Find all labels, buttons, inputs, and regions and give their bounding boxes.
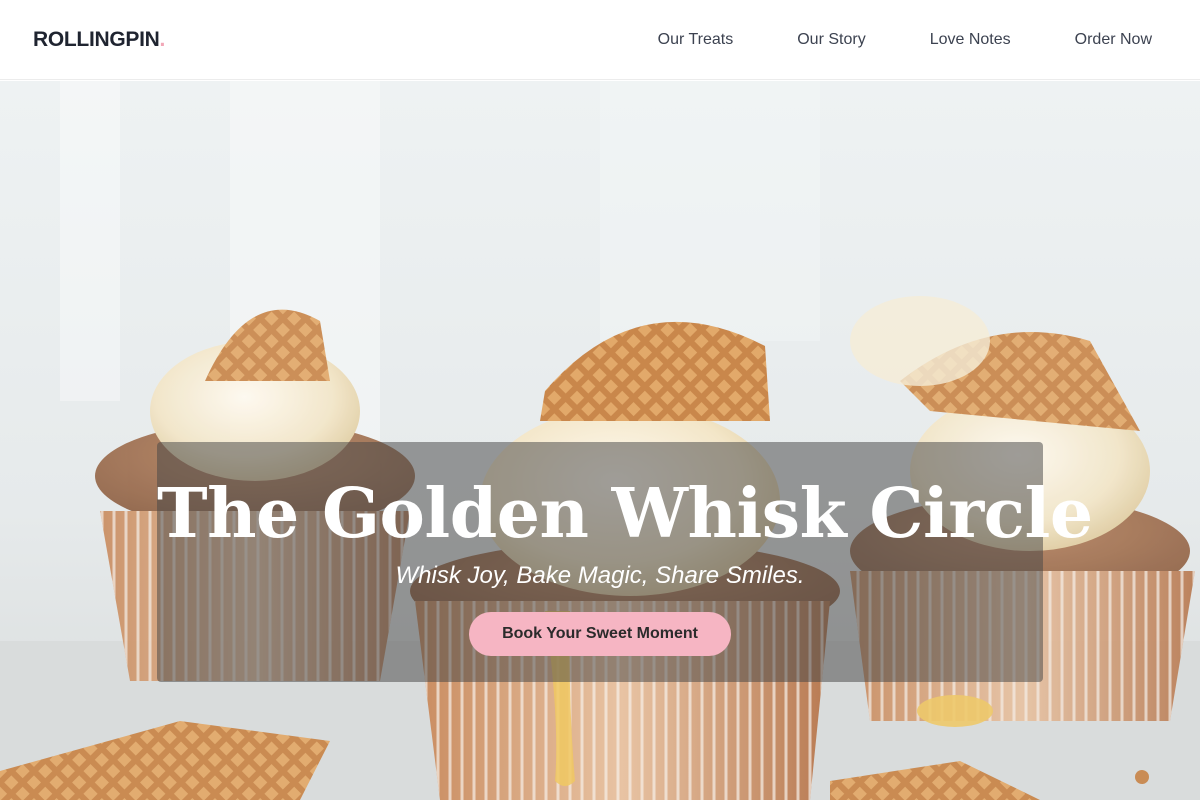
book-moment-button[interactable]: Book Your Sweet Moment [469,612,731,656]
brand-dot: . [159,27,166,51]
hero-title: The Golden Whisk Circle [157,474,1093,554]
main-nav: Our Treats Our Story Love Notes Order No… [658,31,1152,49]
site-header: ROLLINGPIN. Our Treats Our Story Love No… [0,0,1200,80]
nav-item-order-now[interactable]: Order Now [1075,31,1152,49]
nav-item-our-story[interactable]: Our Story [797,31,865,49]
nav-item-our-treats[interactable]: Our Treats [658,31,734,49]
brand-name: ROLLINGPIN [33,27,160,51]
hero-background-image [0,81,1200,800]
hero-overlay: The Golden Whisk Circle Whisk Joy, Bake … [157,442,1093,682]
hero-subtitle: Whisk Joy, Bake Magic, Share Smiles. [395,562,805,589]
brand-logo[interactable]: ROLLINGPIN. [33,28,165,52]
hero-section: The Golden Whisk Circle Whisk Joy, Bake … [0,81,1200,800]
nav-item-love-notes[interactable]: Love Notes [930,31,1011,49]
